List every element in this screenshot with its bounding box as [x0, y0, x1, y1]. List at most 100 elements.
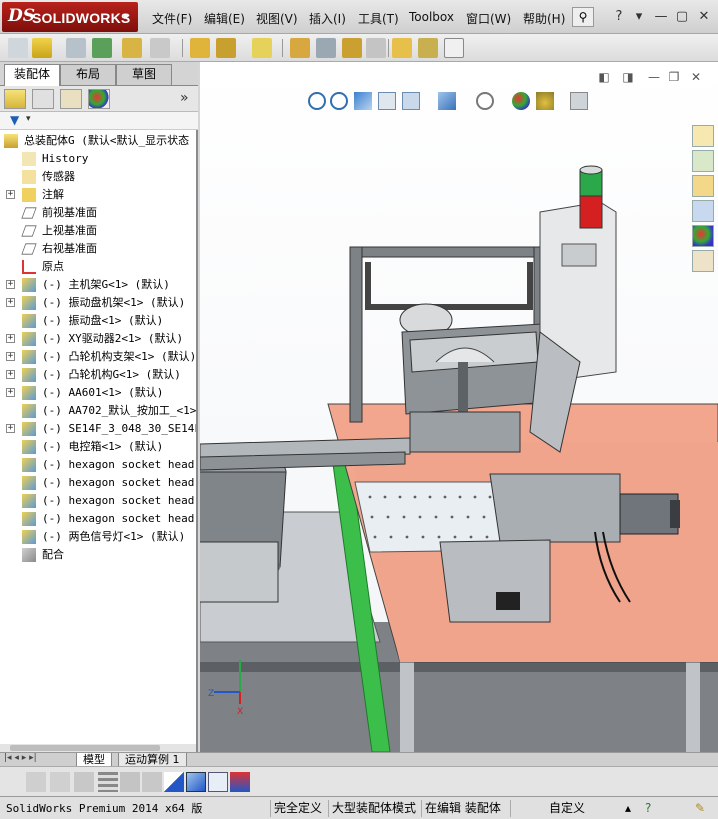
- doc-close-button[interactable]: ✕: [688, 70, 704, 84]
- help-button[interactable]: ?: [610, 8, 628, 26]
- chevron-down-icon[interactable]: ▾: [630, 8, 648, 26]
- tree-item[interactable]: + (-) XY驱动器2<1> (默认): [0, 330, 196, 348]
- tree-item[interactable]: 配合: [0, 546, 196, 564]
- expand-icon[interactable]: +: [6, 352, 15, 361]
- tree-item[interactable]: (-) 电控箱<1> (默认): [0, 438, 196, 456]
- chevron-up-icon[interactable]: ▴: [622, 800, 631, 817]
- minimize-button[interactable]: —: [652, 8, 670, 26]
- tab-layout[interactable]: 布局: [60, 64, 116, 85]
- reference-geometry-icon[interactable]: [252, 38, 272, 58]
- coordinate-icon[interactable]: [164, 772, 184, 792]
- component-pattern-icon[interactable]: [92, 38, 112, 58]
- tree-item[interactable]: (-) 振动盘<1> (默认): [0, 312, 196, 330]
- tab-motion-study[interactable]: 运动算例 1: [118, 753, 187, 767]
- design-library-icon[interactable]: [692, 150, 714, 172]
- hide-show-items-icon[interactable]: [476, 92, 494, 110]
- tree-item[interactable]: + (-) 振动盘机架<1> (默认): [0, 294, 196, 312]
- zoom-to-area-icon[interactable]: [330, 92, 348, 110]
- options-icon[interactable]: [120, 772, 140, 792]
- tree-item[interactable]: (-) hexagon socket head c: [0, 492, 196, 510]
- menu-window[interactable]: 窗口(W): [466, 10, 511, 27]
- display-manager-icon[interactable]: [88, 89, 110, 109]
- tree-item[interactable]: (-) AA702_默认_按加工_<1>: [0, 402, 196, 420]
- tree-item[interactable]: 上视基准面: [0, 222, 196, 240]
- tree-item[interactable]: (-) hexagon socket head c: [0, 456, 196, 474]
- expand-icon[interactable]: +: [6, 280, 15, 289]
- instant3d-icon[interactable]: [444, 38, 464, 58]
- tree-item[interactable]: 前视基准面: [0, 204, 196, 222]
- save-icon[interactable]: [50, 772, 70, 792]
- shaded-view-icon[interactable]: [186, 772, 206, 792]
- solidworks-logo[interactable]: DS SOLIDWORKS ▸: [2, 2, 138, 32]
- zoom-to-fit-icon[interactable]: [308, 92, 326, 110]
- expand-icon[interactable]: +: [6, 370, 15, 379]
- menu-edit[interactable]: 编辑(E): [204, 10, 245, 27]
- explode-line-sketch-icon[interactable]: [366, 38, 386, 58]
- assembly-features-icon[interactable]: [216, 38, 236, 58]
- restore-button[interactable]: ▢: [673, 8, 691, 26]
- smart-fasteners-icon[interactable]: [122, 38, 142, 58]
- measure-icon[interactable]: [142, 772, 162, 792]
- tree-item[interactable]: 原点: [0, 258, 196, 276]
- tree-item[interactable]: + (-) 主机架G<1> (默认): [0, 276, 196, 294]
- mate-icon[interactable]: [66, 38, 86, 58]
- view-settings-icon[interactable]: [570, 92, 588, 110]
- close-button[interactable]: ✕: [695, 8, 713, 26]
- tree-item[interactable]: + (-) 凸轮机构支架<1> (默认): [0, 348, 196, 366]
- clearance-verification-icon[interactable]: [418, 38, 438, 58]
- tree-filter[interactable]: ▼ ▾: [0, 112, 198, 130]
- move-component-icon[interactable]: [150, 38, 170, 58]
- section-view-icon[interactable]: [378, 92, 396, 110]
- tab-sketch[interactable]: 草图: [116, 64, 172, 85]
- tab-nav-arrows[interactable]: |◂ ◂ ▸ ▸|: [4, 753, 37, 763]
- pin-menu-icon[interactable]: ⚲: [572, 7, 594, 27]
- tree-item[interactable]: + 注解: [0, 186, 196, 204]
- home-icon[interactable]: [692, 125, 714, 147]
- apply-scene-icon[interactable]: [536, 92, 554, 110]
- interference-detection-icon[interactable]: [392, 38, 412, 58]
- edit-appearance-icon[interactable]: [512, 92, 530, 110]
- menu-tools[interactable]: 工具(T): [358, 10, 399, 27]
- exploded-view-icon[interactable]: [342, 38, 362, 58]
- tree-item[interactable]: + (-) SE14F_3_048_30_SE14F-3: [0, 420, 196, 438]
- expand-icon[interactable]: +: [6, 388, 15, 397]
- configuration-manager-icon[interactable]: [60, 89, 82, 109]
- view-orientation-icon[interactable]: [402, 92, 420, 110]
- feature-manager-icon[interactable]: [4, 89, 26, 109]
- tree-item[interactable]: (-) hexagon socket head c: [0, 474, 196, 492]
- new-component-icon[interactable]: [8, 38, 28, 58]
- expand-icon[interactable]: +: [6, 298, 15, 307]
- wireframe-view-icon[interactable]: [208, 772, 228, 792]
- file-explorer-icon[interactable]: [692, 175, 714, 197]
- new-motion-study-icon[interactable]: [290, 38, 310, 58]
- appearances-icon[interactable]: [692, 225, 714, 247]
- units-custom[interactable]: 自定义: [510, 800, 620, 817]
- previous-view-icon[interactable]: [354, 92, 372, 110]
- menu-toolbox[interactable]: Toolbox: [409, 10, 454, 24]
- property-manager-icon[interactable]: [32, 89, 54, 109]
- section-icon[interactable]: [230, 772, 250, 792]
- bill-of-materials-icon[interactable]: [316, 38, 336, 58]
- rebuild-icon[interactable]: [26, 772, 46, 792]
- tree-item[interactable]: + (-) AA601<1> (默认): [0, 384, 196, 402]
- chevron-double-right-icon[interactable]: »: [180, 90, 189, 106]
- doc-minimize-button[interactable]: —: [646, 70, 662, 84]
- tab-model[interactable]: 模型: [76, 753, 112, 767]
- view-palette-icon[interactable]: [692, 200, 714, 222]
- help-icon[interactable]: ?: [642, 800, 651, 817]
- expand-icon[interactable]: +: [6, 190, 15, 199]
- tree-item[interactable]: (-) 两色信号灯<1> (默认): [0, 528, 196, 546]
- tree-item[interactable]: (-) hexagon socket head c: [0, 510, 196, 528]
- doc-restore-button[interactable]: ❐: [666, 70, 682, 84]
- menu-insert[interactable]: 插入(I): [309, 10, 346, 27]
- menu-view[interactable]: 视图(V): [256, 10, 298, 27]
- print-icon[interactable]: [74, 772, 94, 792]
- tile-vertical-icon[interactable]: ◨: [620, 70, 636, 84]
- tree-item[interactable]: 总装配体G (默认<默认_显示状态: [0, 132, 196, 150]
- tree-item[interactable]: + (-) 凸轮机构G<1> (默认): [0, 366, 196, 384]
- tree-horizontal-scrollbar[interactable]: [0, 744, 196, 752]
- tree-item[interactable]: History: [0, 150, 196, 168]
- assembly-model-view[interactable]: Z X: [200, 62, 718, 752]
- graphics-area[interactable]: Z X ◧ ◨ — ❐ ✕: [200, 62, 718, 752]
- list-icon[interactable]: [98, 772, 118, 792]
